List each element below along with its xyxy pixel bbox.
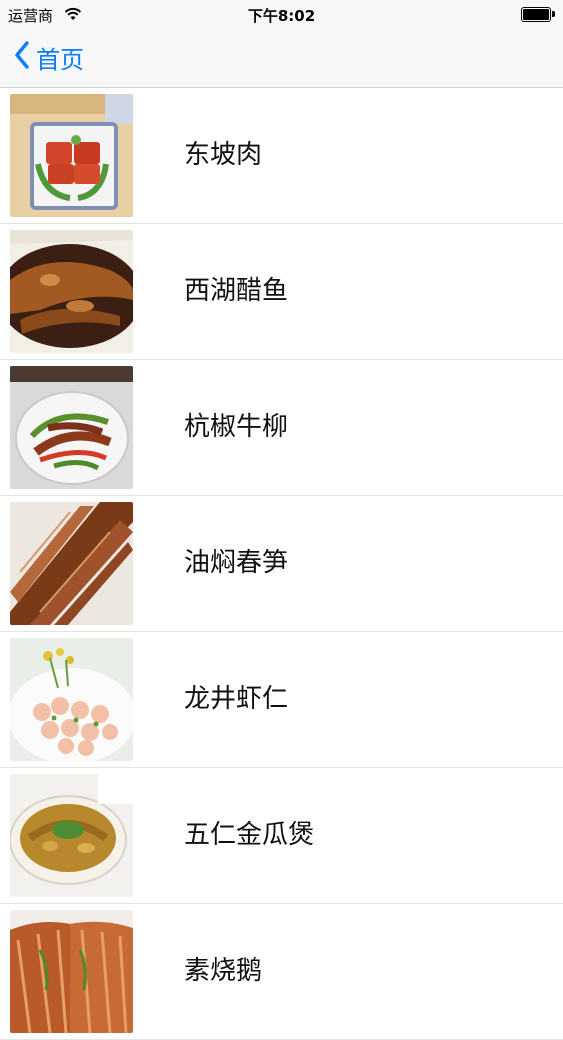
dish-name: 五仁金瓜煲	[184, 820, 315, 850]
list-item-longjing-shrimp[interactable]: 龙井虾仁	[0, 632, 563, 768]
back-button[interactable]: 首页	[14, 40, 84, 74]
dish-thumbnail	[10, 774, 133, 897]
dish-thumbnail	[10, 638, 133, 761]
chevron-left-icon	[14, 41, 36, 73]
status-bar: 运营商 下午8:02	[0, 0, 563, 30]
back-button-label: 首页	[36, 45, 84, 74]
dish-name: 杭椒牛柳	[184, 412, 289, 442]
dish-thumbnail	[10, 910, 133, 1033]
list-item-dongpo-pork[interactable]: 东坡肉	[0, 88, 563, 224]
list-item-pumpkin-pot[interactable]: 五仁金瓜煲	[0, 768, 563, 904]
dish-name: 油焖春笋	[184, 548, 289, 578]
dish-thumbnail	[10, 94, 133, 217]
navigation-bar: 首页	[0, 30, 563, 88]
list-item-west-lake-fish[interactable]: 西湖醋鱼	[0, 224, 563, 360]
battery-icon	[521, 7, 555, 22]
list-item-vegetarian-goose[interactable]: 素烧鹅	[0, 904, 563, 1040]
dish-thumbnail	[10, 366, 133, 489]
status-time: 下午8:02	[247, 7, 316, 25]
dish-name: 素烧鹅	[184, 956, 263, 986]
list-item-braised-bamboo[interactable]: 油焖春笋	[0, 496, 563, 632]
dish-name: 西湖醋鱼	[184, 276, 289, 306]
dish-name: 龙井虾仁	[184, 684, 289, 714]
dish-list: 东坡肉 西湖醋鱼 杭椒牛柳 油焖春笋 龙井虾仁 五仁金瓜煲 素烧鹅	[0, 88, 563, 1040]
dish-name: 东坡肉	[184, 140, 263, 170]
dish-thumbnail	[10, 230, 133, 353]
dish-thumbnail	[10, 502, 133, 625]
list-item-pepper-beef[interactable]: 杭椒牛柳	[0, 360, 563, 496]
